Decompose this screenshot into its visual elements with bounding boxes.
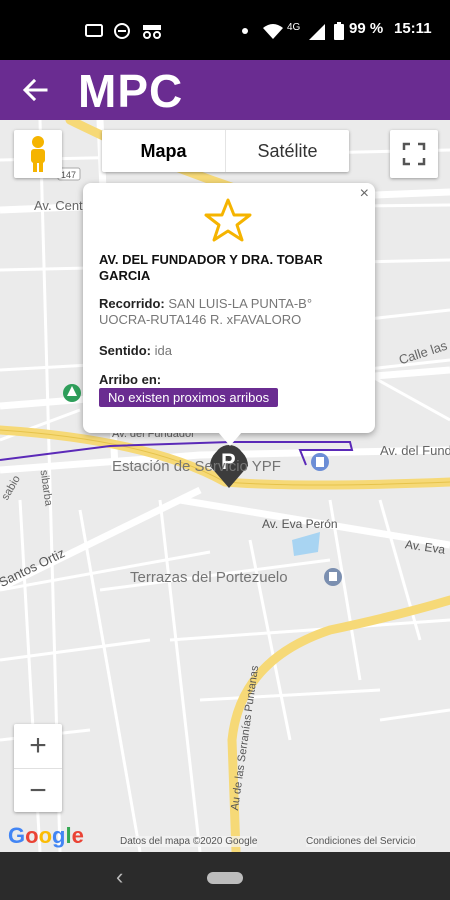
map-type-control: Mapa Satélite	[102, 130, 349, 172]
zoom-in-button[interactable]: +	[14, 724, 62, 769]
nav-back-icon[interactable]: ‹	[116, 864, 123, 890]
arribo-row: Arribo en:	[99, 372, 365, 388]
street-label: Av. Cent	[34, 198, 83, 213]
status-bar: 4G 99 % 15:11	[0, 0, 450, 60]
battery-icon	[334, 22, 344, 40]
notification-dot-icon	[242, 28, 248, 34]
sentido-value: ida	[154, 343, 172, 358]
recorrido-label: Recorrido:	[99, 296, 165, 311]
app-bar: MPC	[0, 60, 450, 120]
poi-label: Terrazas del Portezuelo	[130, 569, 288, 586]
cast-icon	[85, 24, 103, 37]
fullscreen-button[interactable]	[390, 130, 438, 178]
stop-name: AV. DEL FUNDADOR Y DRA. TOBAR GARCIA	[99, 252, 323, 283]
incognito-icon	[143, 25, 161, 39]
road-badge-text: 147	[61, 170, 76, 180]
zoom-control: + −	[14, 724, 62, 812]
gas-station-pin-icon[interactable]	[311, 453, 329, 471]
park-pin-icon[interactable]	[63, 384, 81, 402]
map-type-satelite-button[interactable]: Satélite	[226, 130, 349, 172]
map-type-mapa-button[interactable]: Mapa	[102, 130, 226, 172]
nav-home-pill[interactable]	[207, 872, 243, 884]
recorrido-row: Recorrido: SAN LUIS-LA PUNTA-B° UOCRA-RU…	[99, 296, 365, 328]
google-logo: Google	[8, 823, 84, 848]
wifi-icon	[263, 24, 283, 39]
arribo-badge: No existen proximos arribos	[99, 388, 279, 407]
street-view-button[interactable]	[14, 130, 62, 178]
sentido-row: Sentido: ida	[99, 343, 365, 359]
street-label: Av. Eva Perón	[262, 517, 338, 531]
clock: 15:11	[394, 20, 432, 37]
arrow-left-icon[interactable]	[18, 74, 54, 106]
battery-percent: 99 %	[349, 20, 384, 37]
info-window-tail	[218, 432, 242, 446]
building-pin-icon[interactable]	[324, 568, 342, 586]
map-view[interactable]: 147 P Av. Cent Calle las Av. del Fundado…	[0, 120, 450, 852]
stop-info-window: × AV. DEL FUNDADOR Y DRA. TOBAR GARCIA R…	[83, 183, 375, 433]
data-saver-icon	[114, 23, 130, 39]
network-type-label: 4G	[287, 22, 301, 33]
favorite-star-icon[interactable]	[203, 197, 253, 243]
fullscreen-icon	[402, 142, 426, 166]
poi-label: Estación de Servicio YPF	[112, 458, 281, 475]
street-label: Av. del Fundador	[380, 443, 450, 458]
cell-signal-icon	[309, 24, 325, 40]
zoom-out-button[interactable]: −	[14, 769, 62, 813]
water-area	[292, 532, 320, 556]
close-icon[interactable]: ×	[360, 185, 369, 203]
app-title: MPC	[78, 65, 184, 117]
map-attribution: Datos del mapa ©2020 Google	[120, 836, 258, 847]
terms-link[interactable]: Condiciones del Servicio	[306, 836, 416, 847]
pegman-icon	[31, 136, 45, 172]
sentido-label: Sentido:	[99, 343, 151, 358]
arribo-label: Arribo en:	[99, 372, 162, 387]
system-nav-bar: ‹	[0, 852, 450, 900]
